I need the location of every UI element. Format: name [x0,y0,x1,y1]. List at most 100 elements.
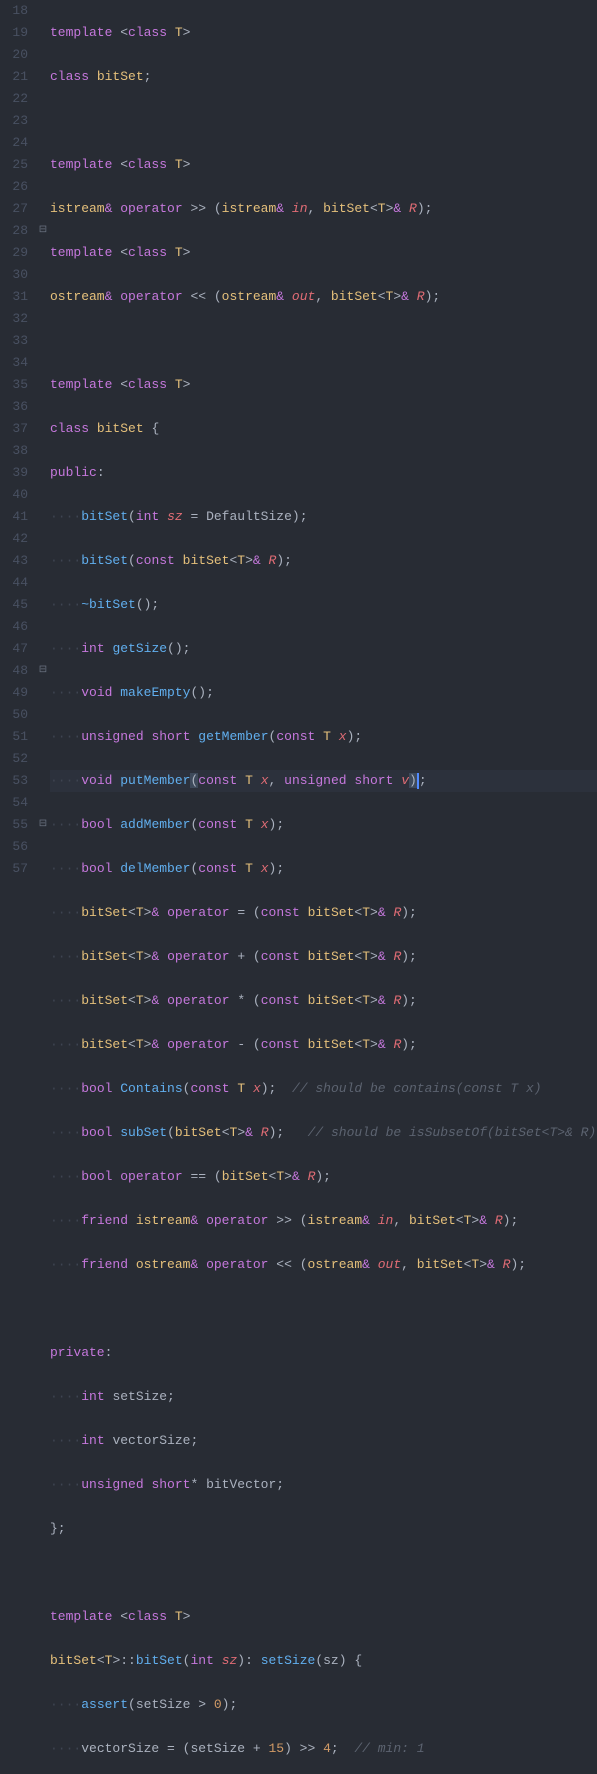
code-line[interactable]: ····bitSet<T>& operator + (const bitSet<… [50,946,597,968]
fold-marker[interactable] [36,572,50,594]
fold-marker[interactable] [36,748,50,770]
fold-marker[interactable] [36,308,50,330]
code-line[interactable]: ····unsigned short* bitVector; [50,1474,597,1496]
fold-marker[interactable] [36,484,50,506]
fold-marker[interactable] [36,506,50,528]
code-line[interactable]: template <class T> [50,1606,597,1628]
code-line[interactable]: ····bool Contains(const T x); // should … [50,1078,597,1100]
line-number: 18 [0,0,28,22]
fold-marker[interactable] [36,594,50,616]
fold-marker[interactable]: ⊟ [36,220,50,242]
fold-marker[interactable] [36,44,50,66]
code-line[interactable]: ····bool operator == (bitSet<T>& R); [50,1166,597,1188]
line-number: 39 [0,462,28,484]
fold-marker[interactable]: ⊟ [36,814,50,836]
code-line-active[interactable]: ····void putMember(const T x, unsigned s… [50,770,597,792]
fold-marker[interactable] [36,616,50,638]
code-line[interactable]: private: [50,1342,597,1364]
code-line[interactable]: }; [50,1518,597,1540]
line-number: 43 [0,550,28,572]
fold-marker[interactable] [36,792,50,814]
fold-marker[interactable] [36,704,50,726]
code-line[interactable] [50,330,597,352]
code-line[interactable]: ····bool delMember(const T x); [50,858,597,880]
fold-marker[interactable] [36,440,50,462]
code-line[interactable]: ····vectorSize = (setSize + 15) >> 4; //… [50,1738,597,1760]
code-line[interactable] [50,110,597,132]
code-line[interactable] [50,1298,597,1320]
code-line[interactable]: class bitSet { [50,418,597,440]
code-line[interactable]: ····int setSize; [50,1386,597,1408]
line-number: 23 [0,110,28,132]
code-line[interactable]: istream& operator >> (istream& in, bitSe… [50,198,597,220]
code-line[interactable]: public: [50,462,597,484]
code-line[interactable]: ····assert(setSize > 0); [50,1694,597,1716]
code-line[interactable] [50,1562,597,1584]
line-number: 50 [0,704,28,726]
code-line[interactable]: ····bool addMember(const T x); [50,814,597,836]
fold-marker[interactable] [36,836,50,858]
line-number: 27 [0,198,28,220]
code-line[interactable]: ····int getSize(); [50,638,597,660]
fold-marker[interactable] [36,682,50,704]
fold-marker[interactable] [36,0,50,22]
fold-marker[interactable] [36,770,50,792]
code-line[interactable]: template <class T> [50,374,597,396]
code-editor[interactable]: 18 19 20 21 22 23 24 25 26 27 28 29 30 3… [0,0,597,887]
fold-marker[interactable] [36,176,50,198]
code-line[interactable]: ····bitSet<T>& operator * (const bitSet<… [50,990,597,1012]
code-line[interactable]: ····bitSet(int sz = DefaultSize); [50,506,597,528]
fold-marker[interactable] [36,550,50,572]
code-line[interactable]: ····friend ostream& operator << (ostream… [50,1254,597,1276]
fold-marker[interactable] [36,352,50,374]
fold-marker[interactable] [36,374,50,396]
line-number: 26 [0,176,28,198]
code-line[interactable]: ····~bitSet(); [50,594,597,616]
line-number: 37 [0,418,28,440]
line-number: 35 [0,374,28,396]
code-line[interactable]: bitSet<T>::bitSet(int sz): setSize(sz) { [50,1650,597,1672]
fold-marker[interactable] [36,110,50,132]
line-number: 30 [0,264,28,286]
fold-marker[interactable] [36,242,50,264]
code-line[interactable]: ····int vectorSize; [50,1430,597,1452]
code-area[interactable]: template <class T> class bitSet; templat… [50,0,597,887]
fold-marker[interactable] [36,88,50,110]
line-number: 42 [0,528,28,550]
fold-marker[interactable] [36,528,50,550]
fold-marker[interactable] [36,154,50,176]
line-number: 57 [0,858,28,880]
code-line[interactable]: ostream& operator << (ostream& out, bitS… [50,286,597,308]
fold-marker[interactable] [36,638,50,660]
code-line[interactable]: template <class T> [50,154,597,176]
fold-marker[interactable] [36,396,50,418]
code-line[interactable]: template <class T> [50,22,597,44]
line-number: 47 [0,638,28,660]
fold-marker[interactable]: ⊟ [36,660,50,682]
line-number: 19 [0,22,28,44]
code-line[interactable]: class bitSet; [50,66,597,88]
fold-marker[interactable] [36,198,50,220]
fold-marker[interactable] [36,264,50,286]
code-line[interactable]: ····bool subSet(bitSet<T>& R); // should… [50,1122,597,1144]
fold-marker[interactable] [36,66,50,88]
line-number: 45 [0,594,28,616]
fold-marker[interactable] [36,726,50,748]
fold-marker[interactable] [36,418,50,440]
code-line[interactable]: ····unsigned short getMember(const T x); [50,726,597,748]
fold-marker[interactable] [36,286,50,308]
code-line[interactable]: ····friend istream& operator >> (istream… [50,1210,597,1232]
code-line[interactable]: ····bitSet<T>& operator = (const bitSet<… [50,902,597,924]
fold-marker[interactable] [36,858,50,880]
line-number: 53 [0,770,28,792]
code-line[interactable]: template <class T> [50,242,597,264]
code-line[interactable]: ····bitSet<T>& operator - (const bitSet<… [50,1034,597,1056]
fold-marker[interactable] [36,132,50,154]
line-number: 29 [0,242,28,264]
fold-marker[interactable] [36,462,50,484]
fold-marker[interactable] [36,330,50,352]
code-line[interactable]: ····bitSet(const bitSet<T>& R); [50,550,597,572]
line-number: 25 [0,154,28,176]
code-line[interactable]: ····void makeEmpty(); [50,682,597,704]
fold-marker[interactable] [36,22,50,44]
